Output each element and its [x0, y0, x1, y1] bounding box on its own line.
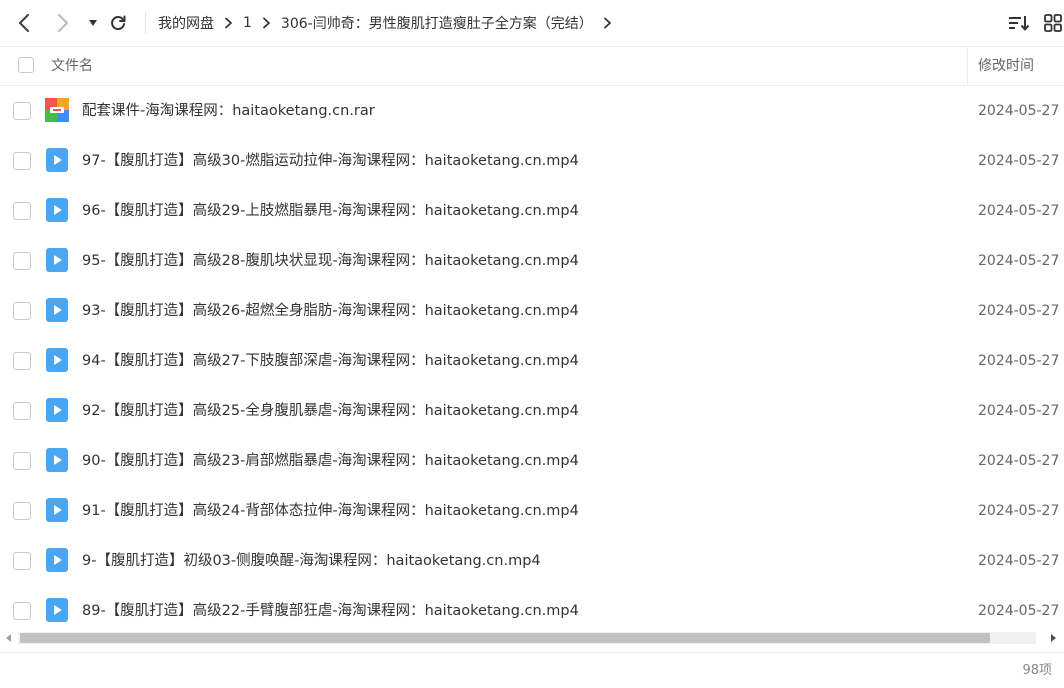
breadcrumb-item-folder-1[interactable]: 1: [243, 15, 252, 31]
chevron-left-icon: [18, 13, 30, 33]
file-checkbox[interactable]: [13, 402, 31, 420]
refresh-icon: [111, 15, 126, 31]
horizontal-scrollbar[interactable]: [0, 631, 1064, 645]
refresh-button[interactable]: [105, 10, 131, 36]
video-file-icon: [46, 448, 68, 472]
file-checkbox[interactable]: [13, 352, 31, 370]
select-all-checkbox[interactable]: [18, 57, 34, 73]
breadcrumb-expand-icon[interactable]: [603, 17, 612, 29]
file-list: 配套课件-海淘课程网：haitaoketang.cn.rar 2024-05-2…: [0, 86, 1064, 631]
file-checkbox[interactable]: [13, 102, 31, 120]
archive-file-icon: [45, 98, 69, 122]
file-modified-time: 2024-05-27: [978, 353, 1060, 369]
file-checkbox[interactable]: [13, 302, 31, 320]
status-bar: 98项: [0, 652, 1064, 688]
file-modified-time: 2024-05-27: [978, 603, 1060, 619]
file-name: 97-【腹肌打造】高级30-燃脂运动拉伸-海淘课程网：haitaoketang.…: [82, 153, 579, 169]
file-checkbox[interactable]: [13, 152, 31, 170]
file-checkbox[interactable]: [13, 202, 31, 220]
breadcrumb-separator-icon: [262, 17, 271, 29]
column-header-modified-time[interactable]: 修改时间: [978, 47, 1034, 86]
video-file-icon: [46, 398, 68, 422]
file-modified-time: 2024-05-27: [978, 453, 1060, 469]
file-row[interactable]: 配套课件-海淘课程网：haitaoketang.cn.rar 2024-05-2…: [0, 86, 1064, 136]
file-name: 92-【腹肌打造】高级25-全身腹肌暴虐-海淘课程网：haitaoketang.…: [82, 403, 579, 419]
breadcrumb: 我的网盘 1 306-闫帅奇：男性腹肌打造瘦肚子全方案（完结）: [158, 0, 622, 46]
file-modified-time: 2024-05-27: [978, 153, 1060, 169]
file-row[interactable]: 95-【腹肌打造】高级28-腹肌块状显现-海淘课程网：haitaoketang.…: [0, 236, 1064, 286]
history-dropdown-button[interactable]: [80, 10, 106, 36]
file-row[interactable]: 9-【腹肌打造】初级03-侧腹唤醒-海淘课程网：haitaoketang.cn.…: [0, 536, 1064, 586]
file-checkbox[interactable]: [13, 452, 31, 470]
video-file-icon: [46, 548, 68, 572]
item-count: 98项: [1022, 663, 1052, 678]
file-name: 配套课件-海淘课程网：haitaoketang.cn.rar: [82, 103, 375, 119]
file-checkbox[interactable]: [13, 502, 31, 520]
file-list-header: 文件名 修改时间: [0, 47, 1064, 86]
file-name: 9-【腹肌打造】初级03-侧腹唤醒-海淘课程网：haitaoketang.cn.…: [82, 553, 541, 569]
breadcrumb-separator-icon: [224, 17, 233, 29]
file-row[interactable]: 93-【腹肌打造】高级26-超燃全身脂肪-海淘课程网：haitaoketang.…: [0, 286, 1064, 336]
scrollbar-thumb[interactable]: [20, 633, 990, 643]
forward-button[interactable]: [50, 10, 76, 36]
file-name: 89-【腹肌打造】高级22-手臂腹部狂虐-海淘课程网：haitaoketang.…: [82, 603, 579, 619]
file-modified-time: 2024-05-27: [978, 303, 1060, 319]
file-checkbox[interactable]: [13, 552, 31, 570]
file-name: 90-【腹肌打造】高级23-肩部燃脂暴虐-海淘课程网：haitaoketang.…: [82, 453, 579, 469]
video-file-icon: [46, 148, 68, 172]
toolbar-divider: [145, 12, 146, 34]
file-row[interactable]: 90-【腹肌打造】高级23-肩部燃脂暴虐-海淘课程网：haitaoketang.…: [0, 436, 1064, 486]
breadcrumb-item-current[interactable]: 306-闫帅奇：男性腹肌打造瘦肚子全方案（完结）: [281, 13, 593, 33]
file-row[interactable]: 94-【腹肌打造】高级27-下肢腹部深虐-海淘课程网：haitaoketang.…: [0, 336, 1064, 386]
chevron-right-icon: [57, 13, 69, 33]
video-file-icon: [46, 248, 68, 272]
file-name: 94-【腹肌打造】高级27-下肢腹部深虐-海淘课程网：haitaoketang.…: [82, 353, 579, 369]
file-name: 91-【腹肌打造】高级24-背部体态拉伸-海淘课程网：haitaoketang.…: [82, 503, 579, 519]
toolbar: 我的网盘 1 306-闫帅奇：男性腹肌打造瘦肚子全方案（完结）: [0, 0, 1064, 47]
sort-icon: [1009, 16, 1030, 31]
file-row[interactable]: 89-【腹肌打造】高级22-手臂腹部狂虐-海淘课程网：haitaoketang.…: [0, 586, 1064, 631]
breadcrumb-item-root[interactable]: 我的网盘: [158, 13, 214, 33]
grid-view-icon: [1044, 14, 1062, 32]
file-checkbox[interactable]: [13, 252, 31, 270]
file-modified-time: 2024-05-27: [978, 203, 1060, 219]
video-file-icon: [46, 598, 68, 622]
video-file-icon: [46, 498, 68, 522]
grid-view-button[interactable]: [1042, 12, 1064, 34]
scroll-right-icon[interactable]: [1048, 633, 1058, 643]
file-modified-time: 2024-05-27: [978, 503, 1060, 519]
file-modified-time: 2024-05-27: [978, 253, 1060, 269]
file-row[interactable]: 92-【腹肌打造】高级25-全身腹肌暴虐-海淘课程网：haitaoketang.…: [0, 386, 1064, 436]
column-header-name[interactable]: 文件名: [51, 47, 93, 86]
back-button[interactable]: [11, 10, 37, 36]
video-file-icon: [46, 298, 68, 322]
file-name: 93-【腹肌打造】高级26-超燃全身脂肪-海淘课程网：haitaoketang.…: [82, 303, 579, 319]
file-modified-time: 2024-05-27: [978, 403, 1060, 419]
file-row[interactable]: 91-【腹肌打造】高级24-背部体态拉伸-海淘课程网：haitaoketang.…: [0, 486, 1064, 536]
view-controls: [1008, 12, 1064, 34]
sort-button[interactable]: [1008, 12, 1030, 34]
file-row[interactable]: 97-【腹肌打造】高级30-燃脂运动拉伸-海淘课程网：haitaoketang.…: [0, 136, 1064, 186]
caret-down-icon: [89, 20, 97, 26]
file-row[interactable]: 96-【腹肌打造】高级29-上肢燃脂暴甩-海淘课程网：haitaoketang.…: [0, 186, 1064, 236]
column-divider[interactable]: [967, 47, 968, 86]
file-name: 95-【腹肌打造】高级28-腹肌块状显现-海淘课程网：haitaoketang.…: [82, 253, 579, 269]
video-file-icon: [46, 198, 68, 222]
file-checkbox[interactable]: [13, 602, 31, 620]
file-modified-time: 2024-05-27: [978, 103, 1060, 119]
video-file-icon: [46, 348, 68, 372]
file-modified-time: 2024-05-27: [978, 553, 1060, 569]
file-name: 96-【腹肌打造】高级29-上肢燃脂暴甩-海淘课程网：haitaoketang.…: [82, 203, 579, 219]
scroll-left-icon[interactable]: [4, 633, 14, 643]
